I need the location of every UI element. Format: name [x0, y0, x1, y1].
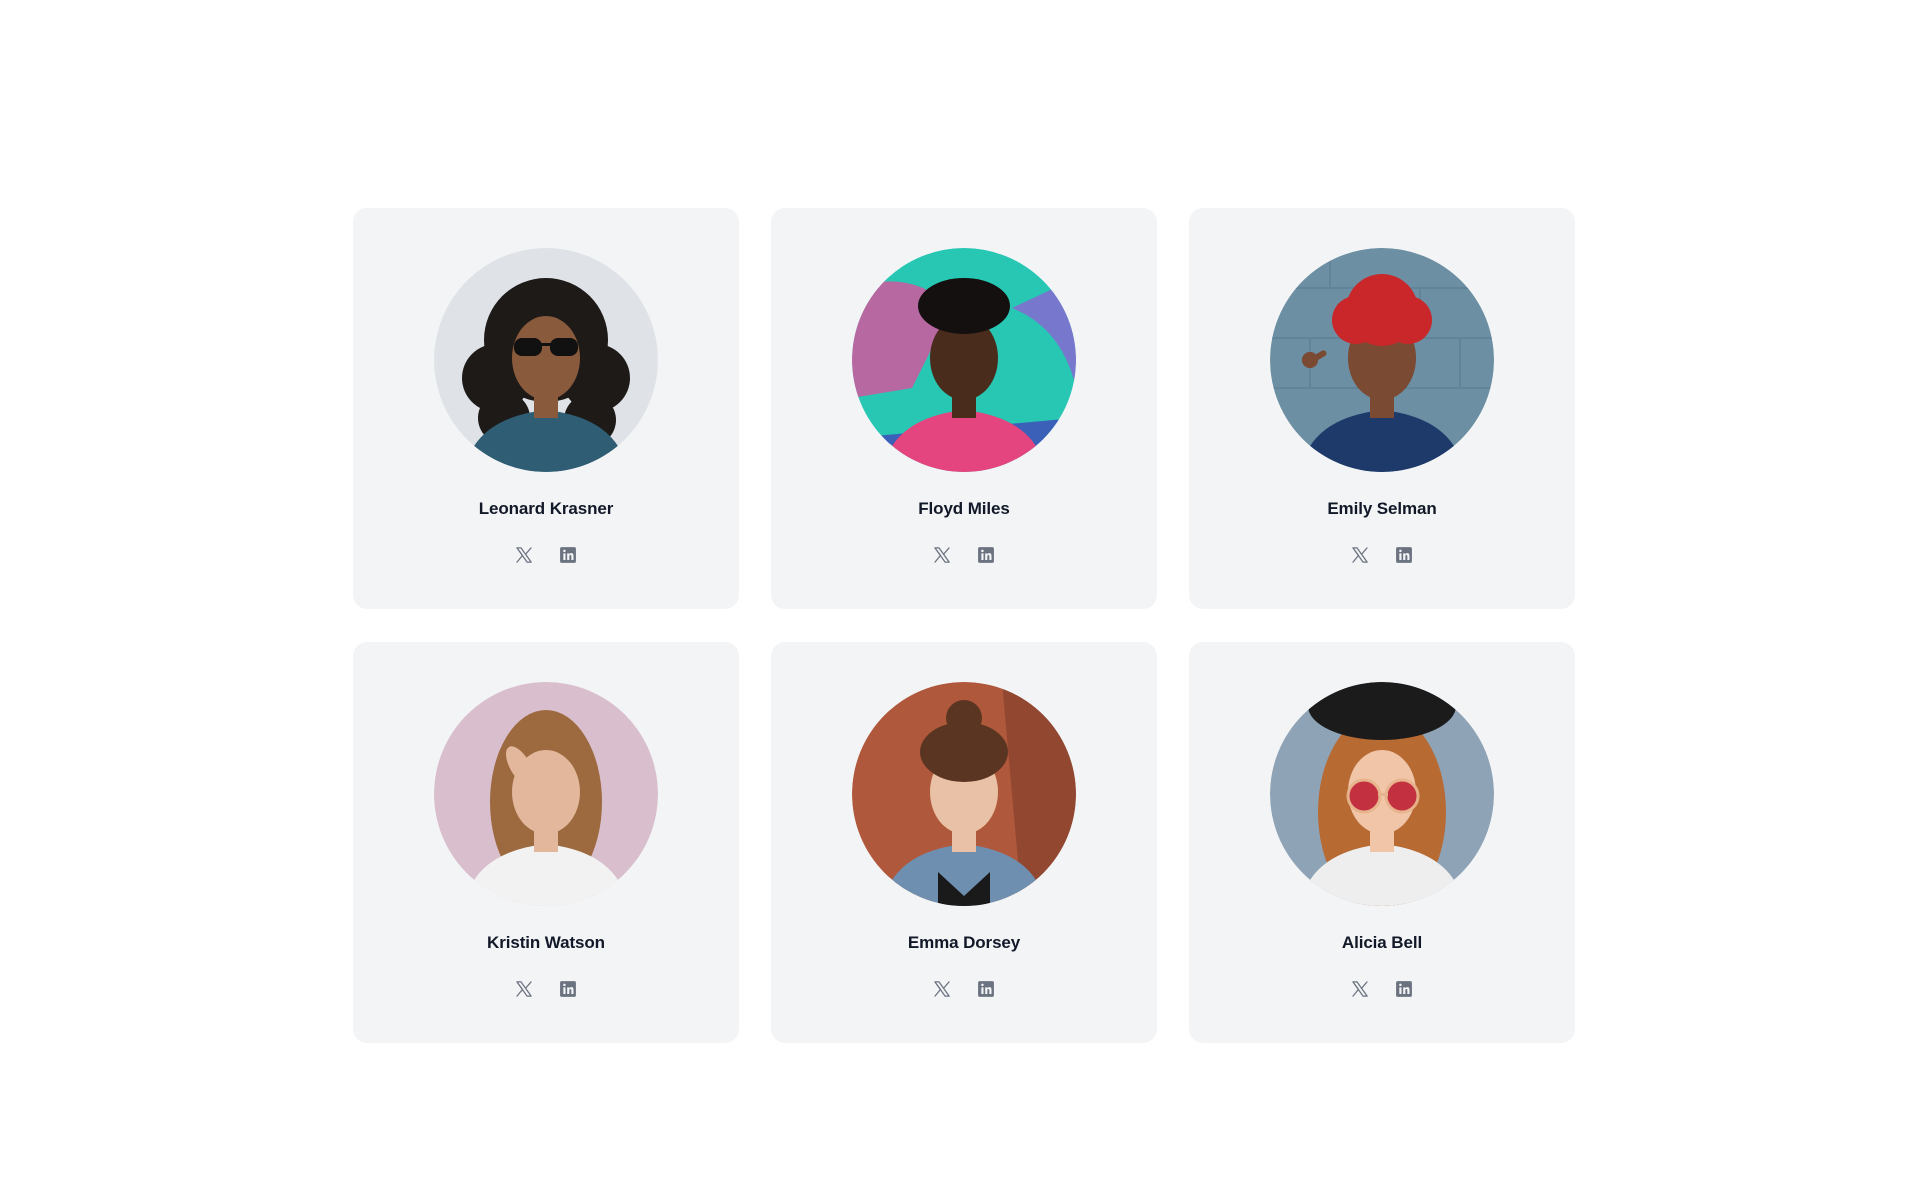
social-links: [514, 979, 578, 999]
x-icon: [514, 979, 534, 999]
team-member-card: Leonard Krasner: [353, 208, 739, 609]
linkedin-link[interactable]: [1394, 979, 1414, 999]
avatar: [852, 248, 1076, 472]
team-member-card: Floyd Miles: [771, 208, 1157, 609]
social-links: [1350, 545, 1414, 565]
x-link[interactable]: [514, 979, 534, 999]
avatar: [1270, 682, 1494, 906]
x-icon: [514, 545, 534, 565]
avatar: [434, 248, 658, 472]
linkedin-link[interactable]: [1394, 545, 1414, 565]
social-links: [514, 545, 578, 565]
x-icon: [932, 979, 952, 999]
linkedin-link[interactable]: [558, 545, 578, 565]
x-icon: [1350, 979, 1370, 999]
linkedin-icon: [1394, 545, 1414, 565]
social-links: [932, 545, 996, 565]
team-member-card: Alicia Bell: [1189, 642, 1575, 1043]
x-link[interactable]: [1350, 545, 1370, 565]
avatar: [1270, 248, 1494, 472]
linkedin-icon: [558, 545, 578, 565]
social-links: [932, 979, 996, 999]
member-name: Leonard Krasner: [478, 499, 614, 518]
linkedin-icon: [558, 979, 578, 999]
x-icon: [1350, 545, 1370, 565]
member-name: Emma Dorsey: [907, 933, 1021, 952]
team-member-card: Kristin Watson: [353, 642, 739, 1043]
x-link[interactable]: [1350, 979, 1370, 999]
member-name: Floyd Miles: [918, 499, 1010, 518]
team-member-card: Emma Dorsey: [771, 642, 1157, 1043]
avatar: [852, 682, 1076, 906]
linkedin-icon: [976, 979, 996, 999]
member-name: Kristin Watson: [487, 933, 605, 952]
member-name: Emily Selman: [1327, 499, 1437, 518]
member-name: Alicia Bell: [1341, 933, 1423, 952]
avatar: [434, 682, 658, 906]
x-link[interactable]: [514, 545, 534, 565]
linkedin-icon: [1394, 979, 1414, 999]
team-member-card: Emily Selman: [1189, 208, 1575, 609]
linkedin-link[interactable]: [976, 979, 996, 999]
linkedin-link[interactable]: [558, 979, 578, 999]
linkedin-link[interactable]: [976, 545, 996, 565]
x-link[interactable]: [932, 545, 952, 565]
social-links: [1350, 979, 1414, 999]
linkedin-icon: [976, 545, 996, 565]
x-icon: [932, 545, 952, 565]
team-grid: Leonard Krasner Floyd Miles Emily Selman Kr…: [353, 208, 1575, 1043]
x-link[interactable]: [932, 979, 952, 999]
